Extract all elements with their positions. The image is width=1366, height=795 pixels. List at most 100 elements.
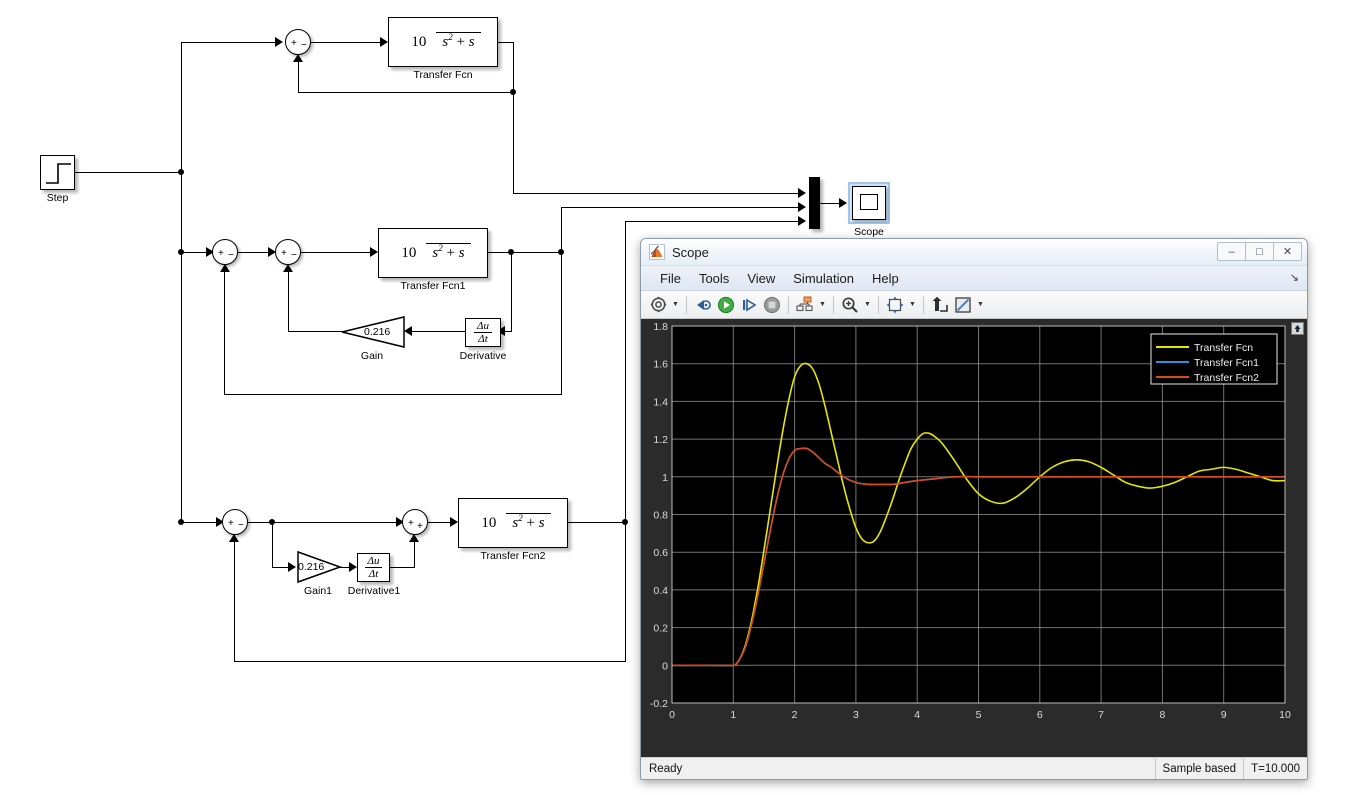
window-controls[interactable]: – □ ✕ <box>1217 242 1302 261</box>
block-derivative[interactable]: Δu Δt <box>465 318 501 347</box>
tf2-denominator: s2 + s <box>506 513 551 532</box>
step-waveform-icon <box>46 163 71 184</box>
svg-text:1.6: 1.6 <box>653 359 668 371</box>
menu-help[interactable]: Help <box>863 271 908 286</box>
svg-text:1: 1 <box>662 472 668 484</box>
scope-window[interactable]: Scope – □ ✕ File Tools View Simulation H… <box>640 238 1308 780</box>
toolbar-separator <box>686 295 687 314</box>
block-sum-mid-b[interactable]: + − <box>275 239 301 265</box>
svg-text:Transfer Fcn: Transfer Fcn <box>1194 342 1253 354</box>
wire-tf2-to-mux-v <box>625 221 626 522</box>
wire-tf1-outer-v <box>561 252 562 395</box>
arrow-sum-top-in <box>275 37 283 47</box>
scope-toolbar[interactable]: ▼ ▼ ▼ ▼ ▼ <box>641 291 1307 319</box>
scope-block-inner <box>852 186 886 220</box>
svg-text:0.2: 0.2 <box>653 623 668 635</box>
block-label-step: Step <box>46 192 69 204</box>
matlab-icon <box>649 244 665 260</box>
close-button[interactable]: ✕ <box>1273 242 1302 261</box>
cursor-measurements-icon[interactable] <box>929 294 951 316</box>
menu-simulation[interactable]: Simulation <box>784 271 863 286</box>
scope-menubar[interactable]: File Tools View Simulation Help ↘ <box>641 266 1307 291</box>
undock-icon[interactable]: ↘ <box>1290 271 1299 284</box>
wire-gain-up <box>288 272 289 331</box>
block-sum-bot-b[interactable]: + + <box>402 509 428 535</box>
toolbar-separator <box>833 295 834 314</box>
arrow-sum-bot-b-second-in <box>409 534 419 542</box>
scope-titlebar[interactable]: Scope – □ ✕ <box>641 239 1307 266</box>
arrow-sum-mid-b-feedback-in <box>283 264 293 272</box>
svg-text:1.8: 1.8 <box>653 321 668 333</box>
signal-selection-icon[interactable] <box>794 294 816 316</box>
block-mux[interactable] <box>809 177 820 229</box>
svg-text:-0.2: -0.2 <box>650 698 668 710</box>
block-derivative1[interactable]: Δu Δt <box>357 553 390 582</box>
autoscale-icon[interactable] <box>884 294 906 316</box>
block-scope[interactable] <box>848 182 890 224</box>
block-transfer-fcn1[interactable]: 10 s2 + s <box>378 228 488 278</box>
wire-bot-to-sum-a <box>181 522 219 523</box>
toolbar-separator <box>878 295 879 314</box>
stop-icon[interactable] <box>761 294 783 316</box>
arrow-sum-bot-a-feedback-in <box>229 534 239 542</box>
wire-tf1-out <box>488 252 561 253</box>
maximize-axes-button[interactable] <box>1291 322 1304 335</box>
wire-bot-to-gain1-v <box>272 522 273 568</box>
arrow-gain1-in <box>288 562 296 572</box>
signal-selection-caret-icon[interactable]: ▼ <box>817 294 828 316</box>
zoom-caret-icon[interactable]: ▼ <box>862 294 873 316</box>
block-gain[interactable]: 0.216 <box>338 315 406 349</box>
scope-plot-svg[interactable]: -0.200.20.40.60.811.21.41.61.80 1 2 3 4 5 6 7 8 9… <box>641 319 1307 731</box>
wire-deriv1-out <box>390 567 415 568</box>
gain1-value: 0.216 <box>298 561 325 573</box>
configuration-caret-icon[interactable]: ▼ <box>670 294 681 316</box>
svg-text:10: 10 <box>1279 709 1291 721</box>
wire-gain-out <box>288 331 342 332</box>
block-label-scope: Scope <box>854 226 884 238</box>
wire-tf0-feedback-v <box>298 62 299 92</box>
measurements-icon[interactable] <box>952 294 974 316</box>
svg-text:0.6: 0.6 <box>653 547 668 559</box>
sum-top-plus-sign: + <box>291 38 297 49</box>
scope-block-screen-icon <box>860 194 878 210</box>
svg-text:8: 8 <box>1159 709 1165 721</box>
derivative-denominator: Δt <box>474 331 492 345</box>
zoom-in-icon[interactable] <box>839 294 861 316</box>
arrow-tf0-in <box>380 37 388 47</box>
wire-tf1-outer-h <box>224 394 561 395</box>
wire-tf0-out <box>498 42 514 43</box>
block-sum-mid-a[interactable]: + − <box>212 239 238 265</box>
block-sum-top[interactable]: + − <box>285 29 311 55</box>
derivative-numerator: Δu <box>477 319 489 332</box>
scope-plot-area[interactable]: -0.2 0 0.2 0.4 0.6 0.8 1 1.2 1.4 1.6 1.8 0 1 2 3 4 5 6 7 8 9… <box>641 319 1307 757</box>
arrow-tf1-in <box>370 247 378 257</box>
block-step[interactable] <box>40 155 75 190</box>
step-forward-icon[interactable] <box>738 294 760 316</box>
menu-file[interactable]: File <box>651 271 690 286</box>
arrow-sum-top-feedback-in <box>293 54 303 62</box>
minimize-button[interactable]: – <box>1217 242 1246 261</box>
block-gain1[interactable]: 0.216 <box>296 550 343 584</box>
autoscale-caret-icon[interactable]: ▼ <box>907 294 918 316</box>
arrow-tf2-in <box>450 517 458 527</box>
wire-step-out <box>75 172 182 173</box>
wire-tf2-feedback-v <box>625 522 626 662</box>
derivative1-numerator: Δu <box>367 554 380 567</box>
wire-mid-to-sum-a <box>181 252 209 253</box>
block-transfer-fcn2[interactable]: 10 s2 + s <box>458 498 568 548</box>
menu-tools[interactable]: Tools <box>690 271 738 286</box>
sum-mid-b-minus-sign: − <box>291 250 297 261</box>
block-label-transfer-fcn1: Transfer Fcn1 <box>400 280 466 292</box>
configuration-properties-icon[interactable] <box>647 294 669 316</box>
run-icon[interactable] <box>715 294 737 316</box>
svg-text:9: 9 <box>1221 709 1227 721</box>
maximize-button[interactable]: □ <box>1245 242 1274 261</box>
arrow-mux-in-1 <box>798 188 806 198</box>
block-transfer-fcn[interactable]: 10 s2 + s <box>388 17 498 67</box>
block-sum-bot-a[interactable]: + − <box>222 509 248 535</box>
block-label-derivative1: Derivative1 <box>347 585 401 597</box>
wire-sumtop-to-tf0 <box>311 42 381 43</box>
run-back-to-start-icon[interactable] <box>692 294 714 316</box>
menu-view[interactable]: View <box>738 271 784 286</box>
measurements-caret-icon[interactable]: ▼ <box>975 294 986 316</box>
